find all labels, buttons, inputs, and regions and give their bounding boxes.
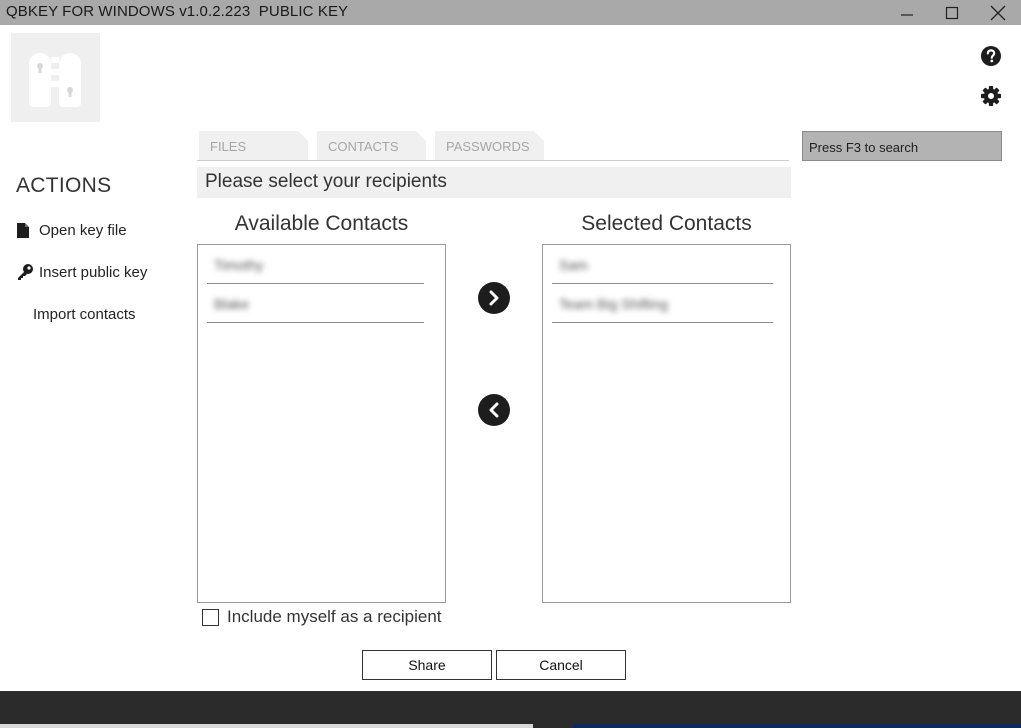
- close-icon: [990, 5, 1006, 20]
- share-button[interactable]: Share: [362, 650, 492, 680]
- include-myself-option[interactable]: Include myself as a recipient: [202, 606, 442, 628]
- available-contact-item[interactable]: Timothy: [207, 245, 424, 284]
- tab-contacts[interactable]: CONTACTS: [317, 131, 426, 160]
- tab-passwords-label: PASSWORDS: [446, 139, 530, 154]
- insert-public-key-label: Insert public key: [39, 263, 148, 281]
- tab-contacts-label: CONTACTS: [328, 139, 399, 154]
- import-contacts-label: Import contacts: [33, 305, 136, 323]
- app-logo: [11, 33, 100, 122]
- actions-heading: ACTIONS: [16, 174, 112, 197]
- tab-divider: [197, 160, 789, 161]
- import-contacts-action[interactable]: Import contacts: [33, 302, 136, 326]
- open-key-file-label: Open key file: [39, 221, 127, 239]
- app-window: QBKEY FOR WINDOWS v1.0.2.223 PUBLIC KEY: [0, 0, 1021, 728]
- contact-name: Team Big Shifting: [559, 296, 668, 312]
- available-contacts-list[interactable]: Timothy Blake: [197, 244, 446, 603]
- tab-files-label: FILES: [210, 139, 247, 154]
- include-myself-label: Include myself as a recipient: [227, 607, 442, 626]
- title-bar[interactable]: QBKEY FOR WINDOWS v1.0.2.223 PUBLIC KEY: [0, 0, 1021, 25]
- search-input[interactable]: Press F3 to search: [802, 131, 1002, 161]
- add-to-selected-button[interactable]: [478, 282, 510, 314]
- cancel-button[interactable]: Cancel: [496, 650, 626, 680]
- search-placeholder: Press F3 to search: [809, 140, 919, 155]
- selected-contact-item[interactable]: Team Big Shifting: [552, 284, 773, 323]
- selected-contacts-list[interactable]: Sam Team Big Shifting: [542, 244, 791, 603]
- contact-name: Blake: [214, 296, 250, 312]
- available-contacts-heading: Available Contacts: [234, 212, 409, 235]
- taskbar-strip-blue: [573, 724, 1021, 728]
- tab-files[interactable]: FILES: [199, 131, 308, 160]
- maximize-icon: [945, 6, 959, 19]
- insert-public-key-action[interactable]: Insert public key: [16, 260, 147, 284]
- qbkey-logo-icon: [29, 53, 81, 107]
- minimize-icon: [901, 13, 913, 16]
- window-title: QBKEY FOR WINDOWS v1.0.2.223 PUBLIC KEY: [6, 3, 349, 20]
- instruction-banner: Please select your recipients: [197, 167, 791, 198]
- file-icon: [16, 220, 36, 240]
- maximize-button[interactable]: [929, 0, 975, 25]
- contact-name: Timothy: [214, 257, 264, 273]
- contact-name: Sam: [559, 257, 588, 273]
- key-icon: [16, 262, 36, 282]
- settings-gear-icon[interactable]: [980, 85, 1002, 107]
- chevron-right-icon: [489, 290, 499, 306]
- minimize-button[interactable]: [884, 0, 930, 25]
- remove-from-selected-button[interactable]: [478, 394, 510, 426]
- include-myself-checkbox[interactable]: [202, 608, 219, 626]
- open-key-file-action[interactable]: Open key file: [16, 218, 127, 242]
- selected-contacts-heading: Selected Contacts: [581, 212, 752, 235]
- selected-contact-item[interactable]: Sam: [552, 245, 773, 284]
- available-contact-item[interactable]: Blake: [207, 284, 424, 323]
- close-button[interactable]: [975, 0, 1021, 25]
- tab-passwords[interactable]: PASSWORDS: [435, 131, 544, 160]
- taskbar-strip-light: [0, 724, 533, 728]
- taskbar: [0, 691, 1021, 728]
- help-icon[interactable]: [980, 45, 1002, 67]
- chevron-left-icon: [489, 402, 499, 418]
